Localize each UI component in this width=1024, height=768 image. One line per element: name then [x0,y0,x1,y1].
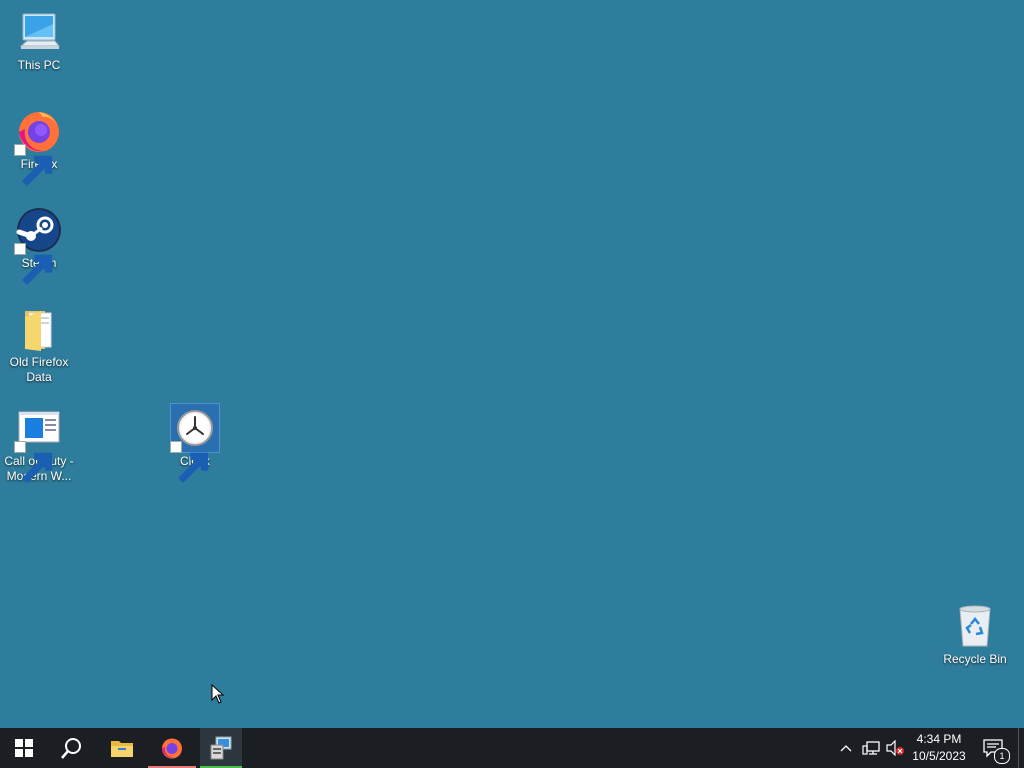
shortcut-arrow-icon [14,243,53,285]
search-button[interactable] [48,728,96,768]
volume-tray-button[interactable] [884,728,906,768]
network-icon [862,741,880,755]
shortcut-arrow-icon [170,441,209,483]
system-window-icon [210,736,232,760]
icon-label: This PC [17,58,61,72]
old-firefox-data-folder-icon-item[interactable]: Old Firefox Data [0,297,78,385]
folder-icon [15,305,63,353]
recycle-bin-desktop-icon[interactable]: Recycle Bin [936,594,1014,667]
firefox-icon [14,107,63,186]
icon-label: Old Firefox Data [9,355,69,384]
steam-icon [14,206,63,285]
this-pc-desktop-icon[interactable]: This PC [0,0,78,73]
active-app-taskbar-button[interactable] [200,728,242,768]
recycle-bin-icon [951,602,999,650]
steam-desktop-icon[interactable]: Steam [0,198,78,285]
show-hidden-icons-button[interactable] [836,728,856,768]
search-icon [61,738,81,759]
shortcut-arrow-icon [14,144,53,186]
firefox-desktop-icon[interactable]: Firefox [0,99,78,186]
desktop[interactable]: This PC Firefox Steam Old Firefox Data C… [0,0,1024,728]
clock-time: 4:34 PM [916,732,962,746]
call-of-duty-desktop-icon[interactable]: Call of Duty - Modern W... [0,396,78,484]
network-tray-button[interactable] [860,728,882,768]
computer-icon [15,8,63,56]
firefox-icon [162,738,182,759]
show-desktop-button[interactable] [1018,728,1024,768]
application-window-icon [14,404,63,483]
mouse-cursor-icon [211,684,225,704]
start-button[interactable] [0,728,48,768]
speaker-muted-icon [886,740,904,756]
shortcut-arrow-icon [14,441,53,483]
clock-desktop-icon[interactable]: Clock [156,396,234,483]
windows-logo-icon [15,739,33,757]
file-explorer-taskbar-button[interactable] [98,728,146,768]
clock-icon [170,403,220,483]
folder-icon [111,741,133,757]
clock-date: 10/5/2023 [912,749,966,763]
system-clock[interactable]: 4:34 PM 10/5/2023 [905,728,973,768]
taskbar: 4:34 PM 10/5/2023 1 [0,728,1024,768]
firefox-taskbar-button[interactable] [148,728,196,768]
notification-count-badge: 1 [994,748,1010,764]
chevron-up-icon [840,745,852,752]
action-center-button[interactable]: 1 [978,728,1010,768]
icon-label: Recycle Bin [943,652,1007,666]
